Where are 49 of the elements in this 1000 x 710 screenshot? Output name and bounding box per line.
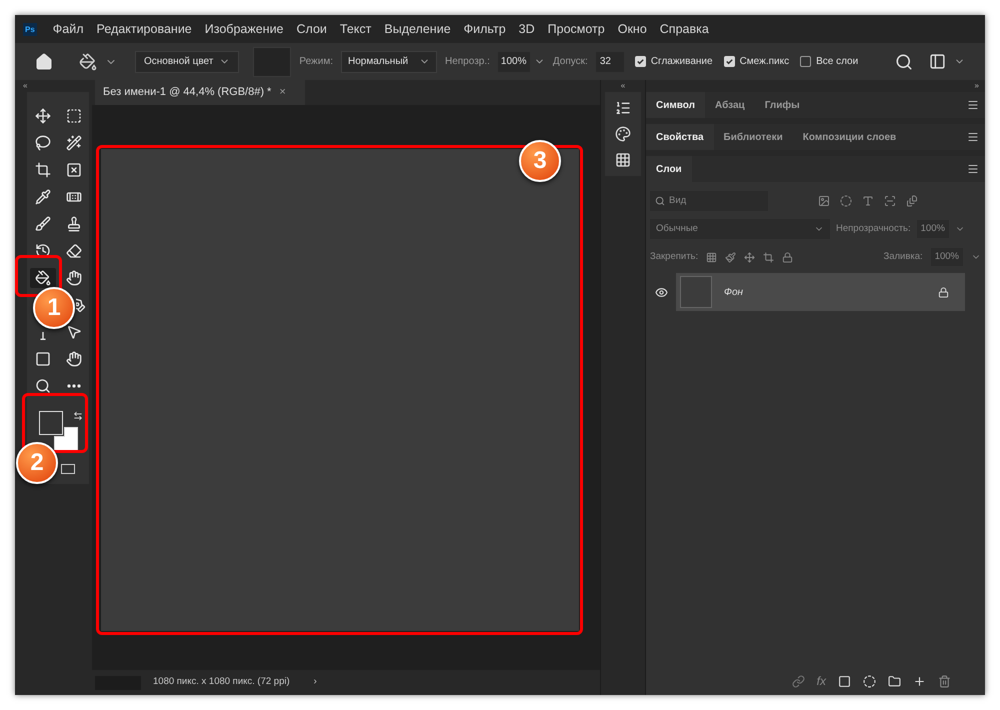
checkbox-label: Сглаживание	[650, 55, 713, 69]
tolerance-label: Допуск:	[552, 55, 588, 69]
panel-tab[interactable]: Символ	[646, 92, 705, 118]
checkbox-label: Смеж.пикс	[740, 55, 790, 69]
opacity-label: Непрозр.:	[444, 55, 490, 69]
panel-tab[interactable]: Библиотеки	[714, 124, 793, 150]
effects-icon[interactable]: fx	[816, 672, 826, 690]
mode-label: Режим:	[299, 55, 333, 69]
menu-item[interactable]: 3D	[518, 20, 535, 38]
opacity-label: Непрозрачность:	[836, 222, 911, 236]
opacity-field[interactable]: 100%	[498, 52, 530, 72]
checkbox-label: Все слои	[816, 55, 858, 69]
layer-name: Фон	[724, 286, 744, 300]
opacity-field[interactable]: 100%	[916, 220, 949, 238]
lock-label: Закрепить:	[650, 250, 698, 264]
panel-tab[interactable]: Свойства	[646, 124, 714, 150]
expand-icon[interactable]: »	[974, 80, 985, 92]
fill-field[interactable]: 100%	[930, 248, 963, 266]
menu-item[interactable]: Справка	[660, 20, 709, 38]
panel-tab[interactable]: Абзац	[705, 92, 755, 118]
menu-item[interactable]: Изображение	[204, 20, 284, 38]
document-size: 1080 пикс. x 1080 пикс. (72 ppi)	[153, 675, 290, 690]
fill-label: Заливка:	[883, 250, 923, 264]
blend-mode-dropdown[interactable]: Обычные	[650, 219, 830, 239]
document-tab[interactable]: Без имени-1 @ 44,4% (RGB/8#) * ×	[95, 80, 305, 105]
menu-item[interactable]: Файл	[52, 20, 84, 38]
menu-item[interactable]: Окно	[618, 20, 647, 38]
menu-item[interactable]: Редактирование	[96, 20, 192, 38]
panel-tab[interactable]: Слои	[646, 156, 692, 182]
close-tab-button[interactable]: ×	[279, 84, 286, 101]
menu-item[interactable]: Выделение	[384, 20, 451, 38]
collapse-toggle[interactable]: «	[15, 80, 92, 92]
status-arrow[interactable]: ›	[314, 675, 317, 690]
layer-filter-input[interactable]: Вид	[669, 194, 759, 208]
collapse-toggle[interactable]: «	[620, 80, 626, 92]
menu-item[interactable]: Просмотр	[548, 20, 605, 38]
menu-item[interactable]: Слои	[296, 20, 327, 38]
fill-source-dropdown[interactable]: Основной цвет	[135, 50, 240, 72]
layer-row[interactable]: Фон	[676, 273, 965, 311]
tolerance-field[interactable]: 32	[596, 52, 624, 72]
layer-filter-field[interactable]: Вид	[650, 191, 768, 211]
document-title: Без имени-1 @ 44,4% (RGB/8#) *	[103, 85, 272, 100]
menu-item[interactable]: Фильтр	[464, 20, 506, 38]
menu-item[interactable]: Текст	[340, 20, 372, 38]
panel-tab[interactable]: Глифы	[754, 92, 810, 118]
blend-mode-value: Обычные	[656, 222, 698, 236]
app-logo: Ps	[23, 22, 37, 36]
panel-tab[interactable]: Композиции слоев	[792, 124, 906, 150]
mode-dropdown[interactable]: Нормальный	[340, 50, 437, 72]
